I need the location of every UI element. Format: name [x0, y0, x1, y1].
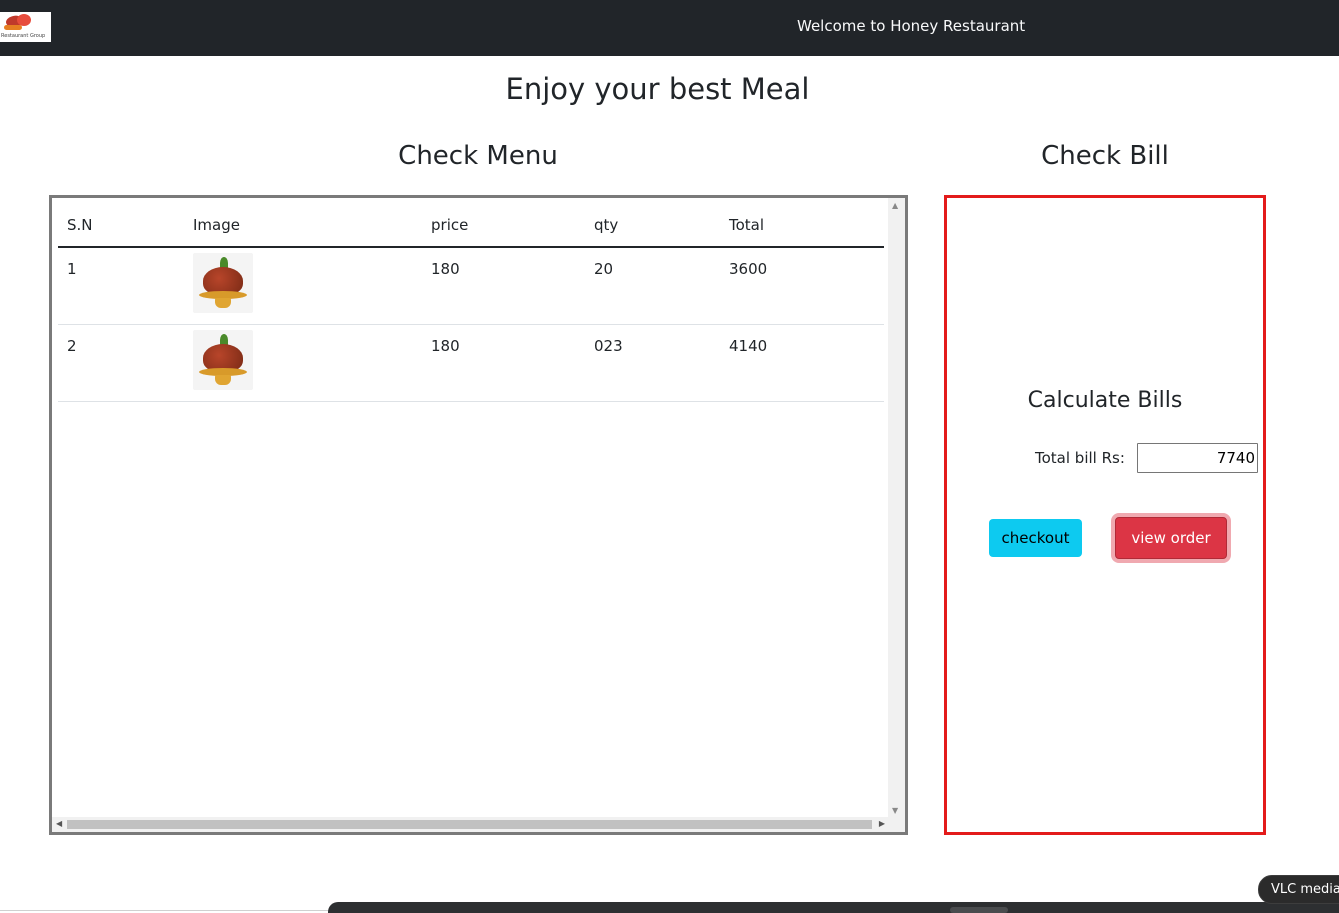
logo-shape — [4, 25, 22, 30]
cell-image — [184, 324, 422, 402]
cell-qty: 20 — [585, 247, 720, 325]
checkout-button[interactable]: checkout — [989, 519, 1082, 557]
logo-text: Restaurant Group — [1, 33, 46, 39]
restaurant-logo[interactable]: Restaurant Group — [0, 12, 51, 42]
table-row: 1 180 20 3600 — [58, 247, 884, 325]
calculate-bills-title: Calculate Bills — [1027, 388, 1183, 413]
taskbar — [328, 902, 1339, 913]
total-bill-label: Total bill Rs: — [1035, 449, 1125, 467]
scroll-down-arrow-icon[interactable]: ▼ — [892, 806, 898, 815]
bill-section-title: Check Bill — [1041, 141, 1169, 171]
table-row: 2 180 023 4140 — [58, 324, 884, 402]
food-image — [193, 253, 253, 313]
menu-section-title: Check Menu — [398, 141, 558, 171]
column-header-sn: S.N — [58, 204, 184, 248]
table-header-row: S.N Image price qty Total — [58, 204, 884, 248]
column-header-qty: qty — [585, 204, 720, 248]
column-header-image: Image — [184, 204, 422, 248]
horizontal-scrollbar[interactable]: ◀ ▶ — [52, 817, 905, 832]
column-header-total: Total — [720, 204, 884, 248]
scroll-up-arrow-icon[interactable]: ▲ — [892, 201, 898, 210]
cell-sn: 1 — [58, 247, 184, 325]
view-order-button[interactable]: view order — [1115, 517, 1227, 559]
cell-qty: 023 — [585, 324, 720, 402]
menu-table: S.N Image price qty Total 1 180 20 3600 … — [58, 204, 884, 402]
page-title: Enjoy your best Meal — [505, 72, 810, 106]
column-header-price: price — [422, 204, 585, 248]
vlc-tooltip: VLC media player — [1258, 875, 1339, 904]
welcome-message: Welcome to Honey Restaurant — [797, 17, 1026, 35]
cell-price: 180 — [422, 247, 585, 325]
navbar: Restaurant Group Welcome to Honey Restau… — [0, 0, 1339, 56]
menu-panel: S.N Image price qty Total 1 180 20 3600 … — [49, 195, 908, 835]
cell-total: 4140 — [720, 324, 884, 402]
cell-image — [184, 247, 422, 325]
cell-price: 180 — [422, 324, 585, 402]
taskbar-handle[interactable] — [950, 907, 1008, 913]
scroll-right-arrow-icon[interactable]: ▶ — [879, 819, 885, 828]
bill-panel: Calculate Bills Total bill Rs: checkout … — [944, 195, 1266, 835]
cell-total: 3600 — [720, 247, 884, 325]
menu-table-container: S.N Image price qty Total 1 180 20 3600 … — [58, 204, 884, 402]
food-image — [193, 329, 253, 390]
scroll-left-arrow-icon[interactable]: ◀ — [56, 819, 62, 828]
vertical-scrollbar[interactable]: ▲ ▼ — [888, 198, 905, 817]
divider — [0, 910, 330, 911]
horizontal-scroll-thumb[interactable] — [67, 820, 872, 829]
total-bill-input[interactable] — [1137, 443, 1258, 473]
cell-sn: 2 — [58, 324, 184, 402]
